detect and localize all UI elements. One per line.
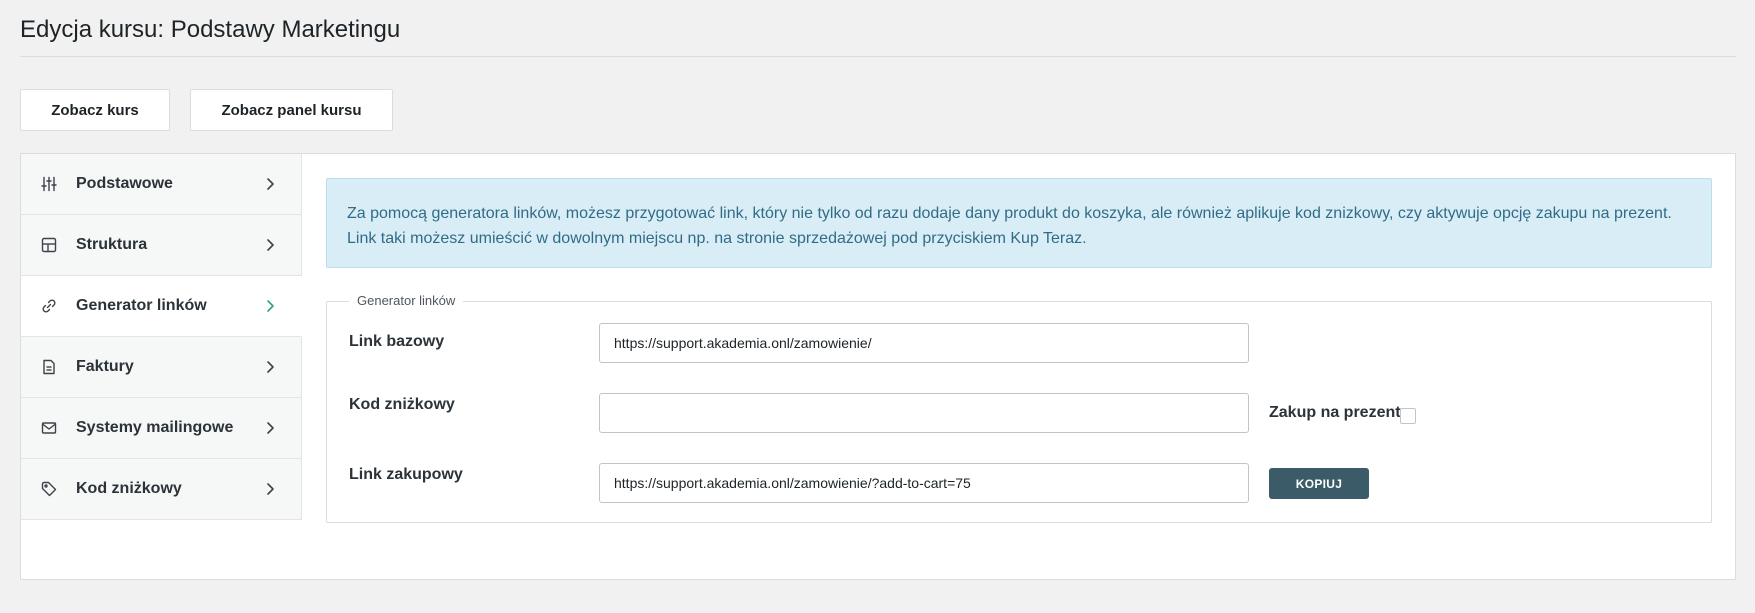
title-divider <box>20 56 1736 57</box>
sidebar-item-link-generator[interactable]: Generator linków <box>21 276 302 337</box>
base-link-label: Link bazowy <box>349 333 445 350</box>
gift-purchase-checkbox[interactable] <box>1400 408 1416 424</box>
sidebar-item-label: Podstawowe <box>76 175 173 192</box>
purchase-link-label: Link zakupowy <box>349 466 463 483</box>
sliders-icon <box>41 176 57 192</box>
sidebar-item-label: Generator linków <box>76 297 207 314</box>
discount-code-label: Kod zniżkowy <box>349 396 455 413</box>
sidebar-item-label: Systemy mailingowe <box>76 419 234 436</box>
chevron-right-icon <box>265 176 277 192</box>
info-notice: Za pomocą generatora linków, możesz przy… <box>326 178 1712 268</box>
document-icon <box>41 359 57 375</box>
sidebar-item-mailing-systems[interactable]: Systemy mailingowe <box>21 398 302 459</box>
link-icon <box>41 298 57 314</box>
envelope-icon <box>41 420 57 436</box>
sidebar-item-label: Faktury <box>76 358 134 375</box>
sidebar: Podstawowe Struktura Generator linków Fa… <box>21 154 302 520</box>
chevron-right-icon <box>265 481 277 497</box>
page-title: Edycja kursu: Podstawy Marketingu <box>20 16 401 43</box>
sidebar-item-structure[interactable]: Struktura <box>21 215 302 276</box>
view-course-panel-button[interactable]: Zobacz panel kursu <box>190 89 393 131</box>
sidebar-item-label: Kod zniżkowy <box>76 480 182 497</box>
chevron-right-icon <box>265 420 277 436</box>
sidebar-item-discount-code[interactable]: Kod zniżkowy <box>21 459 302 520</box>
sidebar-item-invoices[interactable]: Faktury <box>21 337 302 398</box>
link-generator-fieldset: Generator linków Link bazowy Kod zniżkow… <box>326 293 1712 523</box>
view-course-button[interactable]: Zobacz kurs <box>20 89 170 131</box>
base-link-input[interactable] <box>599 323 1249 363</box>
discount-code-input[interactable] <box>599 393 1249 433</box>
grid-icon <box>41 237 57 253</box>
tag-icon <box>41 481 57 497</box>
chevron-right-icon <box>265 298 277 314</box>
fieldset-legend: Generator linków <box>349 293 464 308</box>
purchase-link-input[interactable] <box>599 463 1249 503</box>
chevron-right-icon <box>265 237 277 253</box>
sidebar-item-label: Struktura <box>76 236 148 253</box>
notice-line: Za pomocą generatora linków, możesz przy… <box>347 205 1672 222</box>
link-generator-content: Za pomocą generatora linków, możesz przy… <box>326 178 1712 523</box>
sidebar-item-basic[interactable]: Podstawowe <box>21 154 302 215</box>
notice-line: Link taki możesz umieścić w dowolnym mie… <box>347 230 1087 247</box>
copy-button[interactable]: KOPIUJ <box>1269 468 1369 499</box>
settings-panel: Podstawowe Struktura Generator linków Fa… <box>20 153 1736 580</box>
chevron-right-icon <box>265 359 277 375</box>
gift-purchase-label: Zakup na prezent <box>1269 404 1401 421</box>
